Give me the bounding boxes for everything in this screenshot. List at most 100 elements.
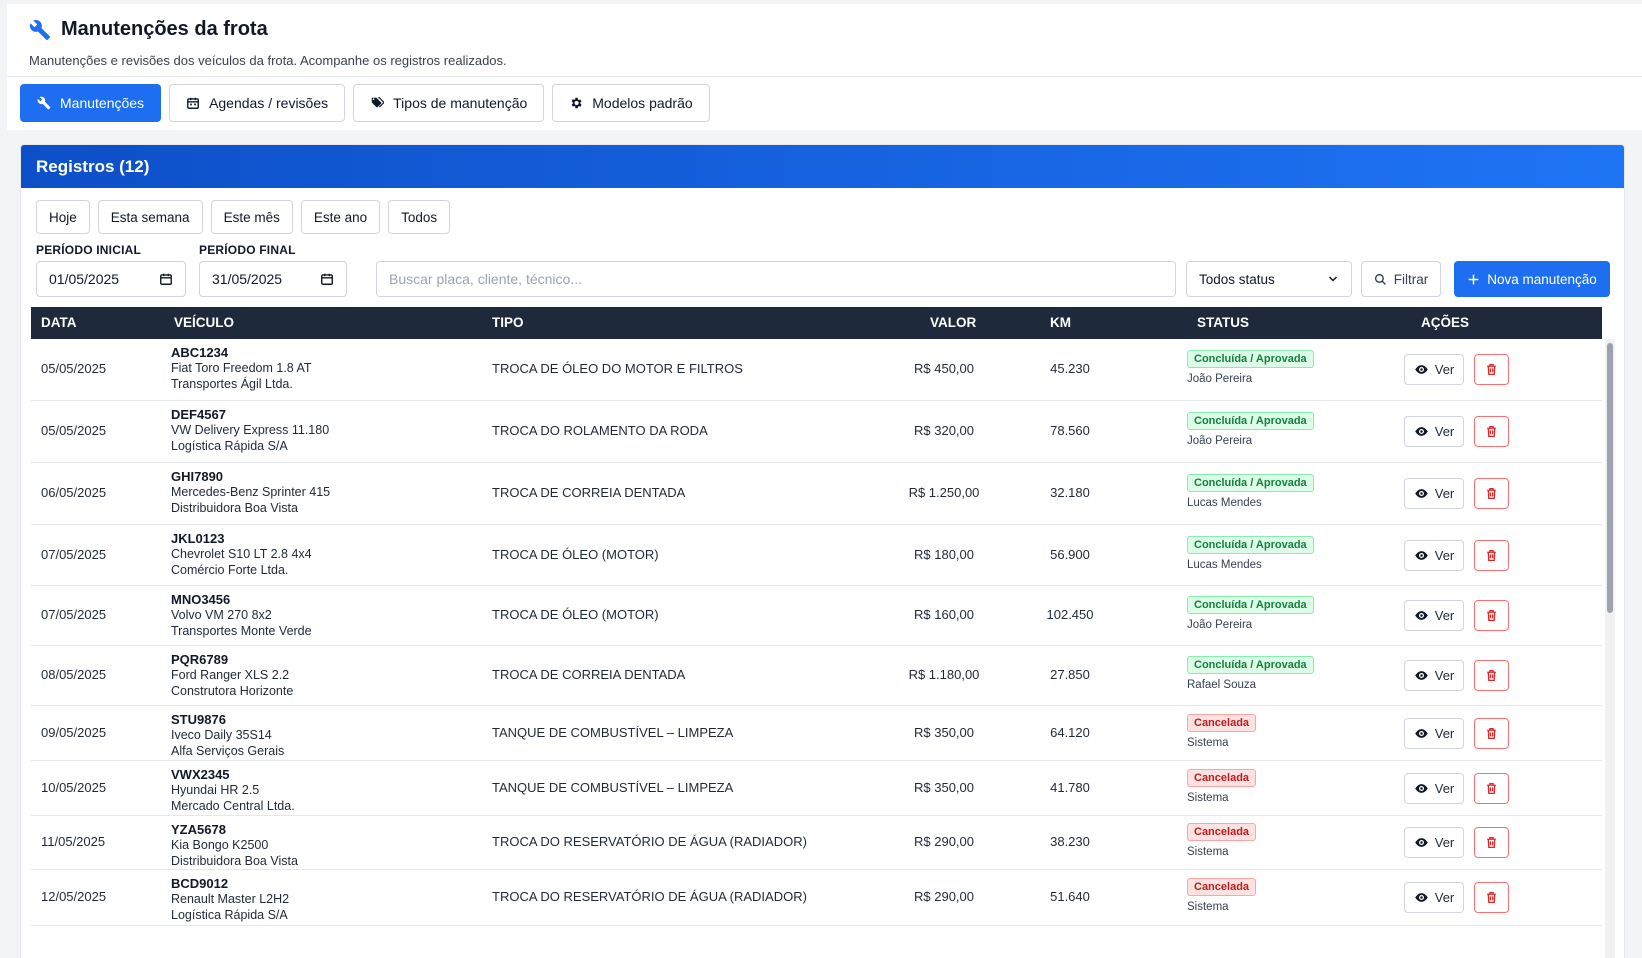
- table-row: 05/05/2025 ABC1234 Fiat Toro Freedom 1.8…: [31, 339, 1602, 401]
- cell-value: R$ 320,00: [914, 423, 974, 438]
- vehicle-plate: DEF4567: [171, 407, 226, 422]
- tab-tipos[interactable]: Tipos de manutenção: [353, 84, 545, 122]
- title-row: Manutenções da frota: [29, 18, 268, 41]
- filter-label: Filtrar: [1393, 271, 1429, 287]
- col-actions: AÇÕES: [1421, 315, 1470, 330]
- chip-todos[interactable]: Todos: [388, 200, 451, 234]
- chip-este-mes[interactable]: Este mês: [210, 200, 293, 234]
- view-button[interactable]: Ver: [1404, 416, 1464, 447]
- vehicle-client: Construtora Horizonte: [171, 684, 294, 698]
- technician-name: João Pereira: [1187, 435, 1253, 447]
- period-chips: Hoje Esta semana Este mês Este ano Todos: [36, 200, 451, 234]
- view-button[interactable]: Ver: [1404, 540, 1464, 571]
- delete-button[interactable]: [1474, 540, 1509, 571]
- cell-km: 32.180: [1050, 485, 1090, 500]
- tab-modelos[interactable]: Modelos padrão: [552, 84, 710, 122]
- delete-button[interactable]: [1474, 478, 1509, 509]
- status-badge: Cancelada: [1187, 714, 1257, 732]
- eye-icon: [1414, 729, 1428, 738]
- col-value: VALOR: [930, 315, 977, 330]
- cell-actions: Ver: [1404, 827, 1509, 858]
- cell-status: Cancelada Sistema: [1187, 769, 1257, 804]
- cell-actions: Ver: [1404, 416, 1509, 447]
- table-scrollbar[interactable]: [1605, 339, 1615, 958]
- view-label: Ver: [1434, 608, 1455, 623]
- vehicle-model: Volvo VM 270 8x2: [171, 608, 272, 622]
- end-date-input[interactable]: 31/05/2025: [199, 261, 347, 297]
- cell-km: 38.230: [1050, 834, 1090, 849]
- chip-hoje[interactable]: Hoje: [36, 200, 90, 234]
- tab-label: Manutenções: [60, 95, 145, 111]
- cell-status: Concluída / Aprovada Lucas Mendes: [1187, 474, 1314, 509]
- start-date-input[interactable]: 01/05/2025: [36, 261, 186, 297]
- cell-type: TROCA DE CORREIA DENTADA: [492, 485, 686, 500]
- delete-button[interactable]: [1474, 773, 1509, 804]
- vehicle-plate: JKL0123: [171, 531, 225, 546]
- view-button[interactable]: Ver: [1404, 773, 1464, 804]
- search-icon: [1374, 273, 1386, 285]
- cell-type: TANQUE DE COMBUSTÍVEL – LIMPEZA: [492, 725, 734, 740]
- search-input[interactable]: [376, 261, 1176, 297]
- trash-icon: [1487, 782, 1496, 795]
- table-row: 07/05/2025 JKL0123 Chevrolet S10 LT 2.8 …: [31, 525, 1602, 586]
- vehicle-model: Kia Bongo K2500: [171, 838, 269, 852]
- cell-date: 10/05/2025: [41, 780, 107, 795]
- cell-date: 05/05/2025: [41, 361, 107, 376]
- chevron-down-icon: [1328, 276, 1338, 282]
- status-badge: Cancelada: [1187, 878, 1257, 896]
- chip-este-ano[interactable]: Este ano: [300, 200, 381, 234]
- view-button[interactable]: Ver: [1404, 882, 1464, 913]
- view-label: Ver: [1434, 890, 1455, 905]
- view-button[interactable]: Ver: [1404, 354, 1464, 385]
- cell-vehicle: MNO3456 Volvo VM 270 8x2 Transportes Mon…: [171, 592, 312, 639]
- delete-button[interactable]: [1474, 660, 1509, 691]
- status-select[interactable]: Todos status: [1186, 261, 1352, 297]
- page-title: Manutenções da frota: [61, 18, 268, 40]
- cell-value: R$ 350,00: [914, 780, 974, 795]
- view-label: Ver: [1434, 424, 1455, 439]
- vehicle-client: Transportes Monte Verde: [171, 624, 312, 638]
- table-row: 06/05/2025 GHI7890 Mercedes-Benz Sprinte…: [31, 463, 1602, 525]
- tab-agendas[interactable]: Agendas / revisões: [169, 84, 346, 122]
- page-header: Manutenções da frota Manutenções e revis…: [7, 4, 1642, 130]
- delete-button[interactable]: [1474, 416, 1509, 447]
- delete-button[interactable]: [1474, 827, 1509, 858]
- tab-manutencoes[interactable]: Manutenções: [20, 84, 162, 122]
- cell-vehicle: JKL0123 Chevrolet S10 LT 2.8 4x4 Comérci…: [171, 531, 312, 578]
- tab-label: Tipos de manutenção: [393, 95, 528, 111]
- divider: [7, 76, 1642, 77]
- delete-button[interactable]: [1474, 882, 1509, 913]
- cell-vehicle: YZA5678 Kia Bongo K2500 Distribuidora Bo…: [171, 822, 298, 869]
- trash-icon: [1487, 669, 1496, 682]
- table-body: 05/05/2025 ABC1234 Fiat Toro Freedom 1.8…: [31, 339, 1615, 926]
- vehicle-model: Fiat Toro Freedom 1.8 AT: [171, 361, 312, 375]
- cell-date: 08/05/2025: [41, 667, 107, 682]
- trash-icon: [1487, 727, 1496, 740]
- view-button[interactable]: Ver: [1404, 718, 1464, 749]
- cell-status: Cancelada Sistema: [1187, 714, 1257, 749]
- delete-button[interactable]: [1474, 354, 1509, 385]
- cell-km: 102.450: [1046, 607, 1094, 622]
- cell-actions: Ver: [1404, 773, 1509, 804]
- cell-type: TROCA DE ÓLEO DO MOTOR E FILTROS: [492, 361, 743, 376]
- cell-value: R$ 350,00: [914, 725, 974, 740]
- chip-esta-semana[interactable]: Esta semana: [97, 200, 203, 234]
- tags-icon: [371, 97, 385, 108]
- vehicle-model: Chevrolet S10 LT 2.8 4x4: [171, 547, 312, 561]
- scrollbar-thumb[interactable]: [1607, 343, 1613, 613]
- col-date: DATA: [41, 315, 77, 330]
- cell-vehicle: GHI7890 Mercedes-Benz Sprinter 415 Distr…: [171, 469, 330, 516]
- view-button[interactable]: Ver: [1404, 660, 1464, 691]
- view-button[interactable]: Ver: [1404, 478, 1464, 509]
- view-label: Ver: [1434, 781, 1455, 796]
- status-badge: Concluída / Aprovada: [1187, 350, 1314, 368]
- view-button[interactable]: Ver: [1404, 827, 1464, 858]
- delete-button[interactable]: [1474, 718, 1509, 749]
- delete-button[interactable]: [1474, 600, 1509, 631]
- tab-label: Agendas / revisões: [209, 95, 329, 111]
- new-maintenance-button[interactable]: Nova manutenção: [1454, 261, 1610, 297]
- cell-km: 27.850: [1050, 667, 1090, 682]
- view-button[interactable]: Ver: [1404, 600, 1464, 631]
- vehicle-plate: ABC1234: [171, 345, 229, 360]
- filter-button[interactable]: Filtrar: [1361, 261, 1441, 297]
